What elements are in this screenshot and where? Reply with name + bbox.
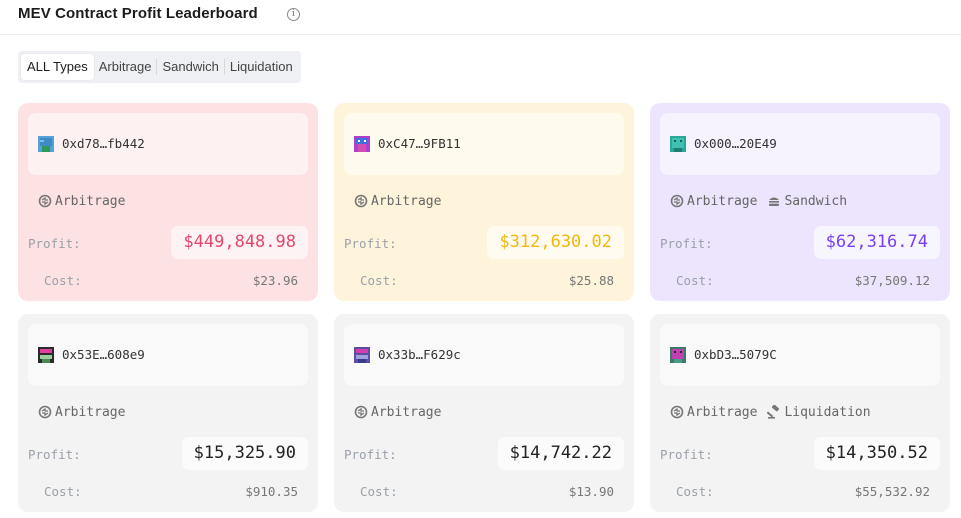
contract-address[interactable]: 0xbD3…5079C [694,347,777,363]
arbitrage-icon [38,405,52,419]
contract-avatar-icon [670,136,686,152]
cost-label: Cost: [360,273,398,288]
address-box: 0xC47…9FB11 [344,113,624,175]
cost-value: $910.35 [245,484,298,499]
contract-card[interactable]: 0x53E…608e9 Arbitrage Profit: $15,325.90… [18,314,318,512]
contract-avatar-icon [354,136,370,152]
mev-type-list: Arbitrage [38,192,135,210]
type-arbitrage: Arbitrage [354,194,441,209]
type-label: Arbitrage [55,193,126,209]
contract-card[interactable]: 0xbD3…5079C Arbitrage Liquidation Profit… [650,314,950,512]
cost-value: $23.96 [252,273,298,288]
type-label: Arbitrage [687,404,758,420]
mev-type-list: Arbitrage [354,403,451,421]
contract-address[interactable]: 0x53E…608e9 [62,347,145,363]
contract-address[interactable]: 0x000…20E49 [694,136,777,152]
profit-label: Profit: [660,236,713,251]
mev-type-list: Arbitrage Sandwich [670,192,857,210]
profit-value: $15,325.90 [181,437,308,470]
profit-label: Profit: [344,447,397,462]
type-arbitrage: Arbitrage [38,194,125,209]
contract-address[interactable]: 0xC47…9FB11 [378,136,461,152]
cost-label: Cost: [676,273,714,288]
profit-value: $62,316.74 [813,226,940,259]
cost-value: $37,509.12 [854,273,930,288]
type-label: Arbitrage [687,193,758,209]
arbitrage-icon [354,405,368,419]
mev-type-list: Arbitrage Liquidation [670,403,881,421]
contract-avatar-icon [670,347,686,363]
type-liquidation: Liquidation [767,404,871,420]
tab-arbitrage[interactable]: Arbitrage [94,54,157,80]
contract-card[interactable]: 0x33b…F629c Arbitrage Profit: $14,742.22… [334,314,634,512]
cost-value: $25.88 [568,273,614,288]
contract-card[interactable]: 0xd78…fb442 Arbitrage Profit: $449,848.9… [18,103,318,301]
header-bar: MEV Contract Profit Leaderboard i [0,0,961,35]
profit-label: Profit: [660,447,713,462]
type-label: Arbitrage [371,193,442,209]
cost-label: Cost: [360,484,398,499]
address-box: 0x000…20E49 [660,113,940,175]
mev-type-list: Arbitrage [354,192,451,210]
page-title: MEV Contract Profit Leaderboard [18,5,258,22]
contract-avatar-icon [38,136,54,152]
address-box: 0x33b…F629c [344,324,624,386]
tab-sandwich[interactable]: Sandwich [157,54,223,80]
cost-value: $13.90 [568,484,614,499]
type-filter-tabs: ALL Types Arbitrage Sandwich Liquidation [18,51,301,83]
cost-label: Cost: [44,484,82,499]
contract-address[interactable]: 0x33b…F629c [378,347,461,363]
type-arbitrage: Arbitrage [354,405,441,420]
type-arbitrage: Arbitrage [38,405,125,420]
cost-label: Cost: [676,484,714,499]
type-label: Sandwich [784,193,848,209]
profit-label: Profit: [28,447,81,462]
info-icon[interactable]: i [287,8,300,21]
address-box: 0x53E…608e9 [28,324,308,386]
arbitrage-icon [670,194,684,208]
type-sandwich: Sandwich [767,194,847,209]
contract-card[interactable]: 0xC47…9FB11 Arbitrage Profit: $312,630.0… [334,103,634,301]
cost-value: $55,532.92 [854,484,930,499]
mev-type-list: Arbitrage [38,403,135,421]
gavel-icon [767,405,780,419]
profit-label: Profit: [28,236,81,251]
profit-value: $14,742.22 [497,437,624,470]
contract-avatar-icon [354,347,370,363]
type-label: Arbitrage [371,404,442,420]
arbitrage-icon [670,405,684,419]
profit-value: $14,350.52 [813,437,940,470]
type-label: Arbitrage [55,404,126,420]
type-arbitrage: Arbitrage [670,194,757,209]
profit-value: $449,848.98 [171,226,308,259]
contract-address[interactable]: 0xd78…fb442 [62,136,145,152]
tab-liquidation[interactable]: Liquidation [225,54,298,80]
type-label: Liquidation [784,404,871,420]
contract-avatar-icon [38,347,54,363]
contract-card[interactable]: 0x000…20E49 Arbitrage Sandwich Profit: $… [650,103,950,301]
cost-label: Cost: [44,273,82,288]
type-arbitrage: Arbitrage [670,405,757,420]
address-box: 0xbD3…5079C [660,324,940,386]
tab-all-types[interactable]: ALL Types [21,54,94,80]
sandwich-icon [769,197,780,206]
arbitrage-icon [354,194,368,208]
profit-label: Profit: [344,236,397,251]
arbitrage-icon [38,194,52,208]
address-box: 0xd78…fb442 [28,113,308,175]
profit-value: $312,630.02 [487,226,624,259]
